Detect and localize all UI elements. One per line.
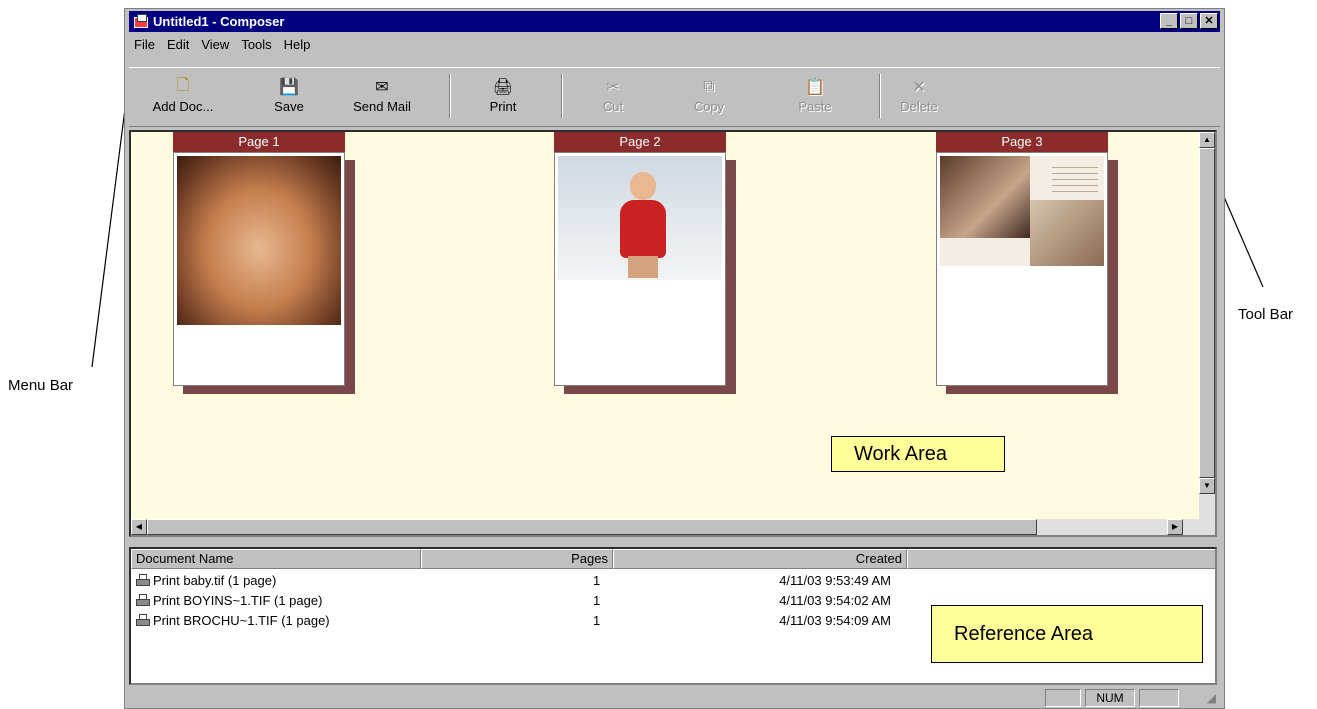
page-count: 1 [593,593,601,608]
printer-icon [135,613,151,628]
delete-button[interactable]: ✕ Delete [897,78,941,114]
page-count: 1 [593,613,601,628]
toolbar-separator [449,74,451,118]
minimize-button[interactable]: _ [1160,13,1178,29]
work-area[interactable]: Page 1 Page 2 Page 3 Work Area ▲ ▼ ◀ ▶ [129,130,1217,537]
vertical-scroll-thumb[interactable] [1199,148,1215,478]
table-row[interactable]: Print baby.tif (1 page) 1 4/11/03 9:53:4… [131,573,1031,593]
printer-icon [135,593,151,608]
horizontal-scrollbar[interactable]: ◀ ▶ [131,519,1199,535]
document-name: Print BOYINS~1.TIF (1 page) [153,593,323,608]
page-card [554,152,726,386]
status-panel [1139,689,1179,707]
scroll-up-button[interactable]: ▲ [1199,132,1215,148]
paste-button[interactable]: 📋 Paste [795,78,835,114]
page-thumbnail-3[interactable]: Page 3 [936,132,1118,394]
scroll-down-button[interactable]: ▼ [1199,478,1215,494]
page-count: 1 [593,573,601,588]
save-button[interactable]: 💾 Save [269,78,309,114]
printer-icon [135,573,151,588]
envelope-icon: ✉ [375,79,389,96]
window-title: Untitled1 - Composer [153,14,285,29]
print-label: Print [489,99,517,114]
page-card [936,152,1108,386]
reference-area: Document Name Pages Created Print baby.t… [129,547,1217,685]
send-mail-label: Send Mail [353,99,411,114]
save-label: Save [274,99,304,114]
copy-icon: ⧉ [703,78,715,95]
created-time: 4/11/03 9:53:49 AM [779,573,891,588]
page-header: Page 2 [554,132,726,152]
baby-photo-thumbnail [177,156,341,325]
title-bar: Untitled1 - Composer _ □ ✕ [129,11,1220,32]
document-name: Print baby.tif (1 page) [153,573,277,588]
menu-file[interactable]: File [129,35,162,55]
printer-icon: 🖨 [492,79,514,96]
add-doc-label: Add Doc... [152,99,214,114]
created-time: 4/11/03 9:54:02 AM [779,593,891,608]
scroll-right-button[interactable]: ▶ [1167,519,1183,535]
menu-edit[interactable]: Edit [162,35,196,55]
page-card [173,152,345,386]
scissors-icon: ✂ [606,79,620,96]
table-row[interactable]: Print BROCHU~1.TIF (1 page) 1 4/11/03 9:… [131,613,1031,633]
resize-grip-icon[interactable]: ◢ [1207,691,1216,705]
app-icon [133,13,149,30]
delete-label: Delete [900,99,938,114]
status-panel [1045,689,1081,707]
column-header-pages[interactable]: Pages [421,549,613,569]
composer-window: Untitled1 - Composer _ □ ✕ File Edit Vie… [124,8,1225,709]
copy-label: Copy [693,99,725,114]
toolbar-separator [879,74,881,118]
copy-button[interactable]: ⧉ Copy [689,78,729,114]
toolbar-separator [561,74,563,118]
num-lock-indicator: NUM [1085,689,1135,707]
page-header: Page 3 [936,132,1108,152]
menu-view[interactable]: View [196,35,236,55]
maximize-button[interactable]: □ [1180,13,1198,29]
column-header-created[interactable]: Created [613,549,907,569]
tool-bar-callout: Tool Bar [1238,306,1294,323]
floppy-disk-icon: 💾 [279,79,299,96]
created-time: 4/11/03 9:54:09 AM [779,613,891,628]
menu-bar: File Edit View Tools Help [129,35,317,55]
add-document-icon: 🗋 [176,76,190,94]
print-button[interactable]: 🖨 Print [483,78,523,114]
tool-bar: 🗋 Add Doc... 💾 Save ✉ Send Mail 🖨 Print … [129,67,1220,127]
cut-button[interactable]: ✂ Cut [593,78,633,114]
column-header-filler [907,549,1215,569]
column-header-document-name[interactable]: Document Name [131,549,421,569]
status-bar: NUM ◢ [129,689,1220,707]
document-name: Print BROCHU~1.TIF (1 page) [153,613,330,628]
table-row[interactable]: Print BOYINS~1.TIF (1 page) 1 4/11/03 9:… [131,593,1031,613]
page-header: Page 1 [173,132,345,152]
clipboard-icon: 📋 [805,79,825,96]
paste-label: Paste [798,99,832,114]
horizontal-scroll-thumb[interactable] [147,519,1037,535]
scroll-left-button[interactable]: ◀ [131,519,147,535]
vertical-scrollbar[interactable]: ▲ ▼ [1199,132,1215,535]
cut-label: Cut [602,99,624,114]
x-icon: ✕ [912,79,926,96]
menu-bar-callout: Menu Bar [8,377,74,394]
reference-area-callout: Reference Area [931,605,1203,663]
brochure-thumbnail [940,156,1104,266]
menu-help[interactable]: Help [279,35,318,55]
add-doc-button[interactable]: 🗋 Add Doc... [151,76,215,115]
close-button[interactable]: ✕ [1200,13,1218,29]
page-thumbnail-2[interactable]: Page 2 [554,132,736,394]
send-mail-button[interactable]: ✉ Send Mail [349,78,415,114]
menu-tools[interactable]: Tools [236,35,278,55]
page-thumbnail-1[interactable]: Page 1 [173,132,355,394]
boy-photo-thumbnail [558,156,722,280]
work-area-callout: Work Area [831,436,1005,472]
